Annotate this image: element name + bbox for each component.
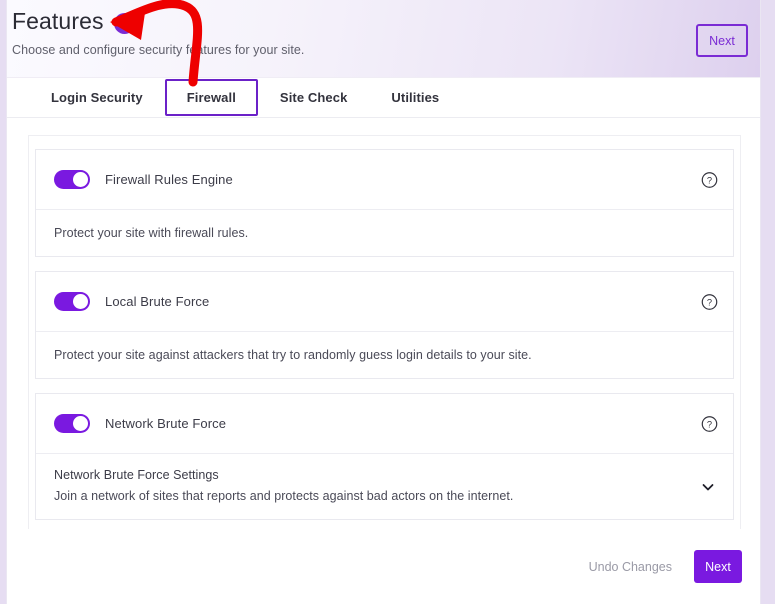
feature-header: Network Brute Force ? (36, 394, 733, 454)
feature-title: Local Brute Force (105, 294, 210, 309)
settings-title: Network Brute Force Settings (54, 468, 219, 482)
feature-card-local-brute-force: Local Brute Force ? Protect your site ag… (35, 271, 734, 379)
tab-login-security[interactable]: Login Security (29, 79, 165, 116)
tabs-bar: Login Security Firewall Site Check Utili… (7, 78, 760, 118)
feature-title: Network Brute Force (105, 416, 227, 431)
svg-text:?: ? (707, 297, 712, 307)
feature-card-network-brute-force: Network Brute Force ? Network Brute Forc… (35, 393, 734, 520)
toggle-knob (73, 172, 88, 187)
tab-site-check[interactable]: Site Check (258, 79, 369, 116)
page-title: Features (12, 8, 104, 34)
toggle-local-brute-force[interactable] (54, 292, 90, 311)
footer-next-button[interactable]: Next (694, 550, 742, 583)
question-circle-icon[interactable]: ? (701, 293, 718, 310)
features-area: Firewall Rules Engine ? Protect your sit… (7, 119, 760, 604)
undo-changes-button[interactable]: Undo Changes (589, 560, 672, 574)
toggle-knob (73, 294, 88, 309)
page-header: Features 3 Choose and configure security… (7, 0, 760, 78)
header-text-block: Features 3 Choose and configure security… (12, 8, 304, 57)
header-next-button[interactable]: Next (696, 24, 748, 57)
feature-header: Local Brute Force ? (36, 272, 733, 332)
title-row: Features 3 (12, 8, 304, 35)
toggle-firewall-rules-engine[interactable] (54, 170, 90, 189)
tab-firewall[interactable]: Firewall (164, 79, 258, 116)
question-circle-icon[interactable]: ? (701, 171, 718, 188)
network-brute-force-settings-row[interactable]: Network Brute Force Settings Join a netw… (36, 454, 733, 519)
svg-text:?: ? (707, 175, 712, 185)
settings-description: Join a network of sites that reports and… (54, 489, 514, 503)
tab-utilities[interactable]: Utilities (369, 79, 461, 116)
feature-card-firewall-rules-engine: Firewall Rules Engine ? Protect your sit… (35, 149, 734, 257)
feature-description: Protect your site with firewall rules. (54, 226, 249, 240)
feature-title: Firewall Rules Engine (105, 172, 233, 187)
features-list: Firewall Rules Engine ? Protect your sit… (28, 135, 741, 544)
feature-header: Firewall Rules Engine ? (36, 150, 733, 210)
step-badge: 3 (113, 12, 135, 34)
svg-text:?: ? (707, 419, 712, 429)
toggle-network-brute-force[interactable] (54, 414, 90, 433)
feature-description: Protect your site against attackers that… (54, 348, 532, 362)
question-circle-icon[interactable]: ? (701, 415, 718, 432)
chevron-down-icon[interactable] (700, 479, 716, 495)
page-subtitle: Choose and configure security features f… (12, 43, 305, 57)
toggle-knob (73, 416, 88, 431)
app-panel: Features 3 Choose and configure security… (6, 0, 761, 604)
footer-bar: Undo Changes Next (7, 529, 760, 604)
